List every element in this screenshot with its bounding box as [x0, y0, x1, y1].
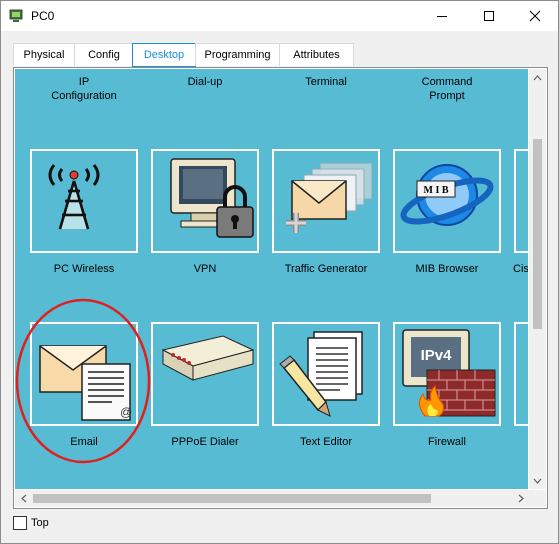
- mib-badge-text: M I B: [424, 185, 449, 196]
- mib-globe-icon: M I B: [400, 164, 494, 226]
- command-prompt-label[interactable]: Command Prompt: [392, 75, 502, 103]
- minimize-icon: [437, 16, 447, 17]
- pppoe-modem-icon: [161, 335, 255, 381]
- vpn-label[interactable]: VPN: [150, 262, 260, 276]
- window-title: PC0: [31, 9, 55, 23]
- firewall-label[interactable]: Firewall: [392, 435, 502, 449]
- ipv4-badge: IPv4: [421, 347, 453, 364]
- scroll-down-icon[interactable]: [529, 472, 546, 489]
- email-highlight-circle: [15, 298, 151, 464]
- ipv4-firewall-icon: IPv4: [402, 329, 496, 417]
- maximize-button[interactable]: [466, 1, 512, 31]
- tab-config[interactable]: Config: [74, 43, 134, 66]
- minimize-button[interactable]: [419, 1, 465, 31]
- packet-tracer-pc-icon: [9, 9, 23, 22]
- partial-tile-row2[interactable]: [514, 322, 528, 426]
- vpn-tile[interactable]: [151, 149, 259, 253]
- pc0-window: PC0 Physical Config Desktop Programming …: [0, 0, 559, 544]
- traffic-generator-label[interactable]: Traffic Generator: [271, 262, 381, 276]
- pc-wireless-tile[interactable]: [30, 149, 138, 253]
- horizontal-scroll-thumb[interactable]: [33, 494, 431, 503]
- close-icon: [529, 10, 541, 22]
- ip-configuration-label[interactable]: IP Configuration: [29, 75, 139, 103]
- pppoe-dialer-tile[interactable]: [151, 322, 259, 426]
- maximize-icon: [484, 11, 494, 21]
- close-button[interactable]: [512, 1, 558, 31]
- title-bar: PC0: [1, 1, 558, 31]
- traffic-generator-tile[interactable]: [272, 149, 380, 253]
- mib-browser-tile[interactable]: M I B: [393, 149, 501, 253]
- desktop-area: IP Configuration Dial-up Terminal Comman…: [15, 69, 528, 489]
- scrollbar-corner: [529, 490, 546, 507]
- cisco-partial-tile[interactable]: [514, 149, 528, 253]
- mib-browser-label[interactable]: MIB Browser: [392, 262, 502, 276]
- tab-attributes[interactable]: Attributes: [279, 43, 354, 66]
- terminal-label[interactable]: Terminal: [271, 75, 381, 89]
- firewall-tile[interactable]: IPv4: [393, 322, 501, 426]
- text-editor-tile[interactable]: [272, 322, 380, 426]
- top-checkbox[interactable]: [13, 516, 27, 530]
- scroll-left-icon[interactable]: [15, 490, 32, 507]
- traffic-generator-envelopes-icon: [286, 162, 373, 233]
- vertical-scrollbar[interactable]: [529, 69, 546, 489]
- vertical-scroll-thumb[interactable]: [533, 139, 542, 329]
- pc-wireless-label[interactable]: PC Wireless: [29, 262, 139, 276]
- wireless-antenna-icon: [48, 164, 100, 230]
- tab-programming[interactable]: Programming: [195, 43, 280, 66]
- top-checkbox-label[interactable]: Top: [31, 517, 49, 529]
- desktop-panel: IP Configuration Dial-up Terminal Comman…: [13, 67, 548, 509]
- dial-up-label[interactable]: Dial-up: [150, 75, 260, 89]
- scroll-right-icon[interactable]: [512, 490, 529, 507]
- cisco-partial-label[interactable]: Cisc: [513, 262, 528, 276]
- vpn-monitor-lock-icon: [170, 158, 254, 238]
- tab-desktop[interactable]: Desktop: [132, 43, 196, 68]
- text-editor-pencil-icon: [279, 331, 363, 417]
- tab-physical[interactable]: Physical: [13, 43, 75, 66]
- pppoe-dialer-label[interactable]: PPPoE Dialer: [150, 435, 260, 449]
- horizontal-scrollbar[interactable]: [15, 490, 529, 507]
- text-editor-label[interactable]: Text Editor: [271, 435, 381, 449]
- scroll-up-icon[interactable]: [529, 69, 546, 86]
